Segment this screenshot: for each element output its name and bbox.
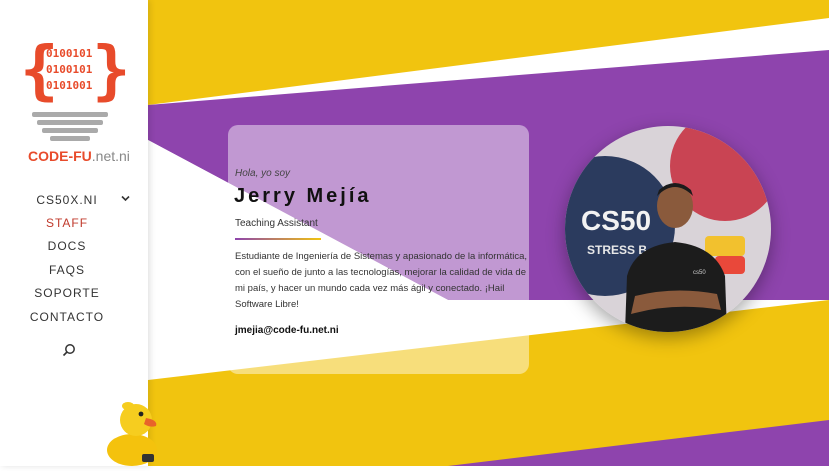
logo-brand-secondary: .net.ni: [91, 148, 130, 164]
nav-item-label: SOPORTE: [34, 286, 100, 300]
logo-binary-line: 0100101: [46, 47, 93, 60]
nav-item-label: FAQS: [48, 263, 85, 277]
sidebar: { 0100101 0100101 0101001 } CODE-FU.net.…: [0, 0, 148, 466]
logo-binary: 0100101 0100101 0101001: [46, 46, 96, 94]
chevron-down-icon[interactable]: [121, 193, 130, 205]
greeting-text: Hola, yo soy: [235, 168, 291, 179]
nav-item-label: CONTACTO: [29, 310, 105, 324]
profile-bio: Estudiante de Ingeniería de Sistemas y a…: [235, 251, 528, 310]
ball-subtext: STRESS B: [587, 243, 647, 257]
logo-binary-line: 0100101: [46, 63, 93, 76]
nav-item-docs[interactable]: DOCS: [0, 239, 134, 253]
nav-item-soporte[interactable]: SOPORTE: [0, 286, 134, 300]
logo-wordmark: CODE-FU.net.ni: [28, 148, 130, 164]
site-logo[interactable]: { 0100101 0100101 0101001 } CODE-FU.net.…: [20, 39, 131, 165]
logo-brace-right: }: [92, 34, 131, 108]
profile-name: Jerry Mejía: [234, 185, 372, 207]
profile-email[interactable]: jmejia@code-fu.net.ni: [235, 325, 339, 336]
ball-text: CS50: [581, 205, 651, 236]
nav-item-faqs[interactable]: FAQS: [0, 263, 134, 277]
nav-item-label: DOCS: [47, 239, 87, 253]
nav-item-contacto[interactable]: CONTACTO: [0, 310, 134, 324]
profile-role: Teaching Assistant: [235, 218, 318, 229]
nav-item-cs50x[interactable]: CS50X.NI: [0, 193, 134, 207]
nav-item-staff[interactable]: STAFF: [0, 216, 134, 230]
gradient-divider: [235, 238, 321, 240]
profile-photo: CS50 STRESS B cs50: [565, 126, 771, 332]
logo-bulb-base: [32, 112, 108, 144]
rubber-duck-image: [106, 398, 158, 466]
search-icon[interactable]: [62, 343, 76, 362]
logo-binary-line: 0101001: [46, 79, 93, 92]
hero-section: Hola, yo soy Jerry Mejía Teaching Assist…: [148, 0, 829, 466]
nav-item-label: CS50X.NI: [36, 193, 98, 207]
shirt-logo-text: cs50: [693, 270, 706, 276]
logo-brand-primary: CODE-FU: [28, 148, 92, 164]
nav-item-label: STAFF: [45, 216, 89, 230]
